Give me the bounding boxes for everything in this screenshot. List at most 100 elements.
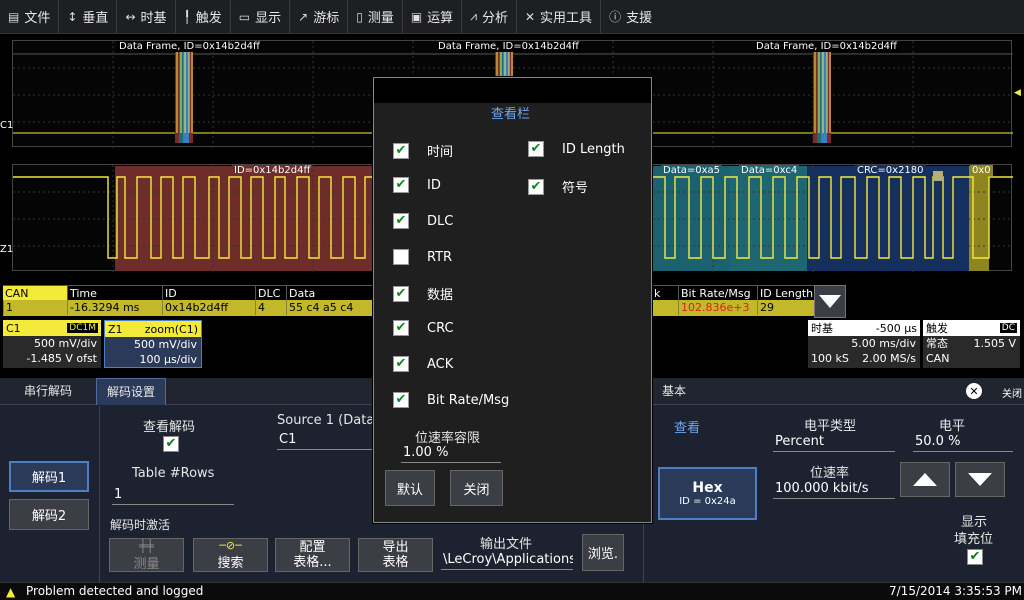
- c1-offset-marker-icon[interactable]: ◀: [1014, 88, 1021, 98]
- menu-label: 支援: [626, 11, 653, 26]
- menu-label: 显示: [255, 11, 282, 26]
- output-file-input[interactable]: \LeCroy\Applications\: [441, 552, 573, 570]
- option-label: CRC: [427, 320, 454, 336]
- menu-measure[interactable]: ▯ 测量: [348, 0, 403, 34]
- column-option-bitrate[interactable]: ✔ Bit Rate/Msg: [393, 392, 509, 408]
- checkbox[interactable]: ✔: [393, 177, 409, 193]
- menu-label: 触发: [195, 11, 222, 26]
- decode-2-button[interactable]: 解码2: [9, 499, 89, 530]
- timebase-title: 时基: [811, 322, 833, 335]
- table-rows-input[interactable]: 1: [112, 487, 234, 505]
- view-decode-checkbox[interactable]: ✔: [163, 436, 179, 452]
- menu-file[interactable]: ▤ 文件: [0, 0, 60, 34]
- column-option-data[interactable]: ✔ 数据: [393, 284, 453, 303]
- output-file-label: 输出文件: [480, 537, 533, 552]
- bitrate-label: 位速率: [810, 466, 850, 481]
- menu-display[interactable]: ▭ 显示: [231, 0, 291, 34]
- config-label-1: 配置: [299, 540, 326, 555]
- column-option-idlength[interactable]: ✔ ID Length: [528, 141, 625, 157]
- menu-cursors[interactable]: ↗ 游标: [290, 0, 349, 34]
- bitrate-input[interactable]: 100.000 kbit/s: [773, 481, 895, 499]
- menu-trigger[interactable]: ╿ 触发: [176, 0, 231, 34]
- config-table-button[interactable]: 配置 表格...: [275, 538, 350, 572]
- tolerance-input[interactable]: 1.00 %: [401, 445, 501, 463]
- menu-timebase[interactable]: ↔ 时基: [117, 0, 176, 34]
- view-decode-label: 查看解码: [143, 420, 196, 435]
- export-table-button[interactable]: 导出 表格: [358, 538, 433, 572]
- option-label: ACK: [427, 356, 454, 372]
- column-option-ack[interactable]: ✔ ACK: [393, 356, 453, 372]
- c1-vdiv: 500 mV/div: [34, 337, 97, 350]
- column-option-rtr[interactable]: RTR: [393, 249, 452, 265]
- browse-button[interactable]: 浏览.: [582, 534, 624, 571]
- analysis-icon: ⩘: [470, 9, 477, 23]
- z1-vdiv: 500 mV/div: [134, 338, 197, 351]
- menu-vertical[interactable]: ↕ 垂直: [59, 0, 118, 34]
- search-icon: ─⊘─: [219, 539, 242, 552]
- search-button[interactable]: ─⊘─ 搜索: [193, 538, 268, 572]
- checkbox[interactable]: ✔: [528, 141, 544, 157]
- level-up-button[interactable]: [900, 462, 950, 497]
- checkbox[interactable]: ✔: [393, 392, 409, 408]
- checkbox[interactable]: ✔: [528, 178, 544, 195]
- column-option-dlc[interactable]: ✔ DLC: [393, 213, 453, 229]
- panel-close-label[interactable]: 关闭: [1002, 385, 1022, 400]
- cell-data: 55 c4 a5 c4: [286, 300, 376, 315]
- measure-button[interactable]: ╪╪ 测量: [109, 538, 184, 572]
- dialog-close-button[interactable]: 关闭: [450, 470, 503, 506]
- dialog-titlebar[interactable]: [374, 78, 651, 103]
- z1-descriptor[interactable]: Z1 zoom(C1) 500 mV/div 100 µs/div: [104, 320, 202, 368]
- decode-1-button[interactable]: 解码1: [9, 461, 89, 492]
- cell-time: -16.3294 ms: [67, 300, 162, 315]
- level-type-select[interactable]: Percent: [773, 434, 895, 452]
- menu-analysis[interactable]: ⩘ 分析: [462, 0, 517, 34]
- checkbox[interactable]: [393, 249, 409, 265]
- col-header-can: CAN: [3, 286, 67, 301]
- cell-bitrate: 102.836e+3: [678, 300, 757, 315]
- c1-descriptor[interactable]: C1 DC1M 500 mV/div -1.485 V ofst: [3, 320, 101, 368]
- column-option-symbol[interactable]: ✔ 符号: [528, 177, 588, 196]
- checkbox[interactable]: ✔: [393, 142, 409, 159]
- math-icon: ▣: [410, 9, 423, 24]
- close-icon[interactable]: ✕: [966, 383, 982, 399]
- menu-support[interactable]: ⓘ 支援: [601, 0, 660, 34]
- checkbox[interactable]: ✔: [393, 356, 409, 372]
- arrow-down-icon: [968, 473, 992, 486]
- hex-sub-label: ID = 0x24a: [679, 496, 736, 507]
- tab-serial-decode[interactable]: 串行解码: [14, 378, 82, 405]
- warning-icon[interactable]: ▲: [6, 585, 15, 599]
- measure-icon: ╪╪: [139, 538, 154, 553]
- column-option-id[interactable]: ✔ ID: [393, 177, 441, 193]
- trigger-descriptor[interactable]: 触发 DC 常态 1.505 V CAN: [923, 320, 1020, 368]
- checkbox[interactable]: ✔: [393, 285, 409, 302]
- timebase-icon: ↔: [125, 9, 136, 24]
- status-datetime: 7/15/2014 3:35:53 PM: [889, 584, 1023, 598]
- show-fill-checkbox[interactable]: ✔: [967, 549, 983, 565]
- menu-label: 文件: [24, 11, 51, 26]
- timebase-descriptor[interactable]: 时基 -500 µs 5.00 ms/div 100 kS 2.00 MS/s: [808, 320, 920, 368]
- column-option-time[interactable]: ✔ 时间: [393, 141, 453, 160]
- level-down-button[interactable]: [955, 462, 1005, 497]
- column-option-crc[interactable]: ✔ CRC: [393, 320, 454, 336]
- zoom-data-a5-annotation: Data=0xa5: [661, 165, 723, 176]
- tab-decode-setup[interactable]: 解码设置: [96, 378, 167, 405]
- col-header-idlength: ID Length: [757, 286, 815, 301]
- checkbox[interactable]: ✔: [393, 320, 409, 336]
- trigger-coupling-badge: DC: [999, 323, 1017, 333]
- z1-hdiv: 100 µs/div: [139, 353, 197, 366]
- tab-basic[interactable]: 基本: [652, 378, 696, 405]
- source-select[interactable]: C1: [277, 432, 373, 450]
- menu-math[interactable]: ▣ 运算: [403, 0, 463, 34]
- menu-utilities[interactable]: ✕ 实用工具: [517, 0, 602, 34]
- table-expand-button[interactable]: [814, 285, 846, 318]
- level-input[interactable]: 50.0 %: [913, 434, 1013, 452]
- option-label: DLC: [427, 213, 454, 229]
- decode-active-label: 解码时激活: [110, 518, 171, 532]
- status-message[interactable]: Problem detected and logged: [26, 584, 203, 598]
- checkbox[interactable]: ✔: [393, 213, 409, 229]
- hex-view-button[interactable]: Hex ID = 0x24a: [658, 467, 757, 520]
- dialog-title: 查看栏: [491, 107, 531, 122]
- show-fill-label-2: 填充位: [954, 532, 994, 547]
- config-label-2: 表格...: [293, 555, 332, 570]
- default-button[interactable]: 默认: [385, 470, 435, 506]
